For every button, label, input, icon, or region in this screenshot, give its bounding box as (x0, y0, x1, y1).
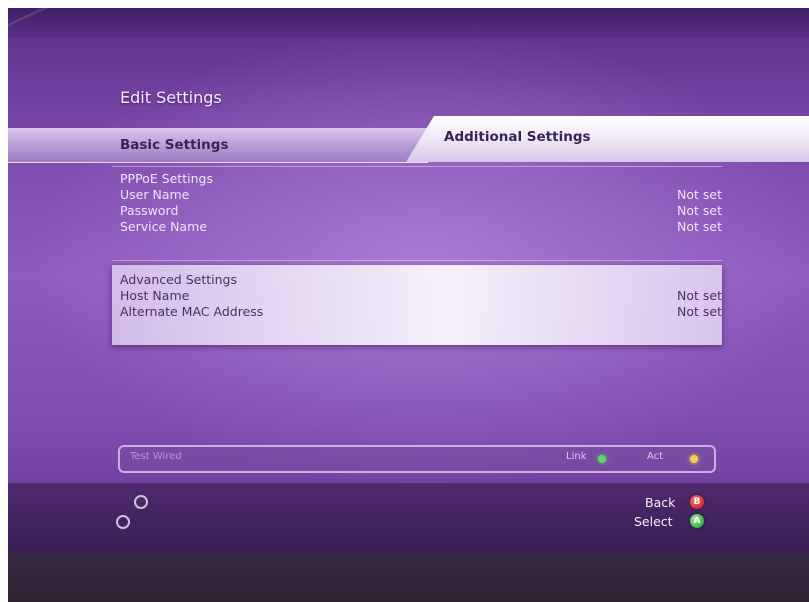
setting-label: Alternate MAC Address (120, 304, 264, 319)
setting-row-service-name[interactable]: Service Name Not set (112, 219, 722, 235)
back-label: Back (645, 495, 676, 510)
dashboard-screen: Edit Settings Basic Settings Additional … (8, 8, 809, 602)
tab-basic-settings-label: Basic Settings (120, 137, 229, 153)
advanced-settings-group[interactable]: Advanced Settings Host Name Not set Alte… (112, 265, 722, 345)
tab-additional-settings-label: Additional Settings (444, 129, 591, 145)
tab-basic-settings[interactable]: Basic Settings (8, 128, 428, 163)
setting-value: Not set (677, 304, 722, 319)
setting-value: Not set (677, 187, 722, 202)
setting-label: Host Name (120, 288, 190, 303)
setting-row-user-name[interactable]: User Name Not set (112, 187, 722, 203)
dpad-icon (116, 515, 130, 529)
setting-label: User Name (120, 187, 190, 202)
pppoe-settings-heading: PPPoE Settings (120, 171, 213, 186)
footer-band (8, 553, 809, 602)
divider (112, 260, 722, 261)
left-stick-icon (134, 495, 148, 509)
setting-label: Password (120, 203, 179, 218)
tab-additional-settings[interactable]: Additional Settings (406, 116, 809, 162)
pppoe-settings-group: PPPoE Settings User Name Not set Passwor… (112, 171, 722, 235)
setting-value: Not set (677, 288, 722, 303)
setting-row-password[interactable]: Password Not set (112, 203, 722, 219)
setting-label: Service Name (120, 219, 208, 234)
network-status-bar: Test Wired Link Act (118, 445, 716, 473)
setting-row-host-name[interactable]: Host Name Not set (112, 288, 722, 304)
link-indicator-icon (598, 455, 606, 463)
link-label: Link (566, 451, 587, 462)
setting-value: Not set (677, 219, 722, 234)
act-label: Act (647, 451, 664, 462)
controls-band: Back B Select A (8, 483, 809, 553)
setting-row-alternate-mac-address[interactable]: Alternate MAC Address Not set (112, 304, 722, 320)
status-message: Test Wired (130, 451, 182, 462)
page-title: Edit Settings (120, 88, 222, 107)
a-button-icon[interactable]: A (690, 514, 704, 528)
tab-bar: Basic Settings Additional Settings (8, 116, 809, 164)
activity-indicator-icon (690, 455, 698, 463)
setting-value: Not set (677, 203, 722, 218)
select-label: Select (634, 514, 673, 529)
divider (112, 166, 722, 167)
b-button-icon[interactable]: B (690, 495, 704, 509)
advanced-settings-heading: Advanced Settings (120, 272, 237, 287)
